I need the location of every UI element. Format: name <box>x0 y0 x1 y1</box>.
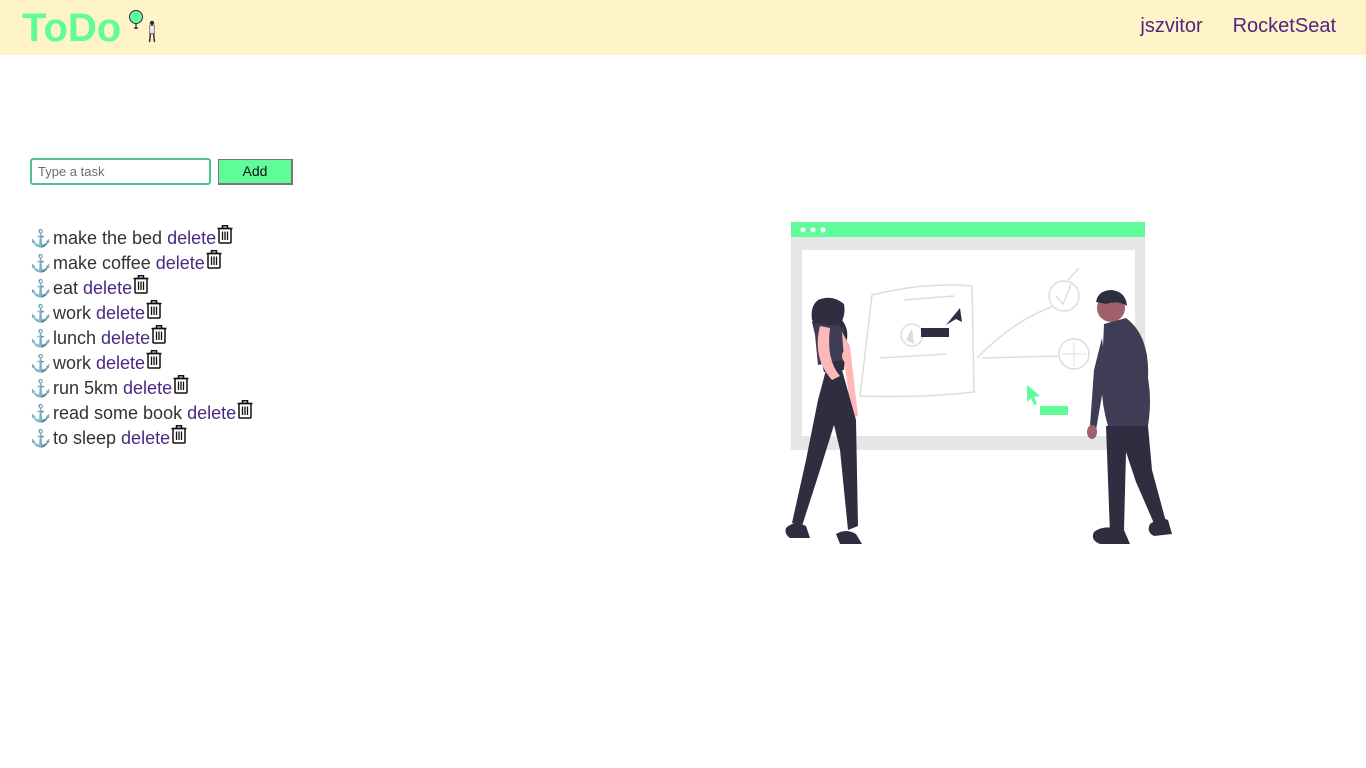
trash-icon[interactable] <box>173 375 189 394</box>
delete-link[interactable]: delete <box>167 228 216 249</box>
add-task-form: Add <box>30 158 293 185</box>
anchor-icon: ⚓ <box>30 228 52 248</box>
anchor-icon: ⚓ <box>30 328 52 348</box>
task-name: eat <box>53 278 79 298</box>
anchor-icon: ⚓ <box>30 353 52 373</box>
logo[interactable]: ToDo <box>22 6 161 50</box>
task-name: to sleep <box>53 428 117 448</box>
task-name: work <box>53 303 92 323</box>
list-item: ⚓ work delete <box>30 350 253 376</box>
presentation-illustration <box>785 222 1172 544</box>
task-name: read some book <box>53 403 183 423</box>
anchor-icon: ⚓ <box>30 403 52 423</box>
trash-icon[interactable] <box>237 400 253 419</box>
nav-link-jszvitor[interactable]: jszvitor <box>1140 15 1202 38</box>
list-item: ⚓ lunch delete <box>30 325 253 351</box>
list-item: ⚓ make coffee delete <box>30 250 253 276</box>
anchor-icon: ⚓ <box>30 428 52 448</box>
list-item: ⚓ to sleep delete <box>30 425 253 451</box>
delete-link[interactable]: delete <box>156 253 205 274</box>
delete-link[interactable]: delete <box>96 353 145 374</box>
trash-icon[interactable] <box>146 300 162 319</box>
task-name: make coffee <box>53 253 151 273</box>
task-name: lunch <box>53 328 97 348</box>
logo-text: ToDo <box>22 6 122 50</box>
app-header: ToDo jszvitor RocketSeat <box>0 0 1366 55</box>
list-item: ⚓ make the bed delete <box>30 225 253 251</box>
anchor-icon: ⚓ <box>30 378 52 398</box>
task-name: run 5km <box>53 378 119 398</box>
add-button[interactable]: Add <box>218 158 293 185</box>
list-item: ⚓ eat delete <box>30 275 253 301</box>
list-item: ⚓ run 5km delete <box>30 375 253 401</box>
list-item: ⚓ read some book delete <box>30 400 253 426</box>
anchor-icon: ⚓ <box>30 253 52 273</box>
task-list: ⚓ make the bed delete ⚓ make coffee dele… <box>30 225 253 451</box>
list-item: ⚓ work delete <box>30 300 253 326</box>
header-nav: jszvitor RocketSeat <box>1140 15 1336 38</box>
anchor-icon: ⚓ <box>30 303 52 323</box>
task-name: work <box>53 353 92 373</box>
task-name: make the bed <box>53 228 163 248</box>
nav-link-rocketseat[interactable]: RocketSeat <box>1233 15 1336 38</box>
delete-link[interactable]: delete <box>101 328 150 349</box>
delete-link[interactable]: delete <box>83 278 132 299</box>
trash-icon[interactable] <box>133 275 149 294</box>
anchor-icon: ⚓ <box>30 278 52 298</box>
delete-link[interactable]: delete <box>96 303 145 324</box>
delete-link[interactable]: delete <box>187 403 236 424</box>
task-input[interactable] <box>30 158 211 185</box>
delete-link[interactable]: delete <box>123 378 172 399</box>
delete-link[interactable]: delete <box>121 428 170 449</box>
trash-icon[interactable] <box>217 225 233 244</box>
lightbulb-person-icon <box>129 10 156 43</box>
trash-icon[interactable] <box>171 425 187 444</box>
trash-icon[interactable] <box>151 325 167 344</box>
trash-icon[interactable] <box>206 250 222 269</box>
trash-icon[interactable] <box>146 350 162 369</box>
